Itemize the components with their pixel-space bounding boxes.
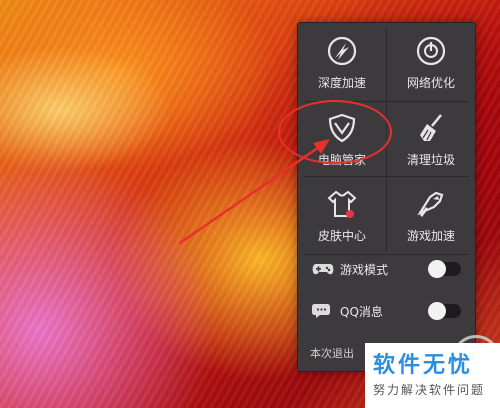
watermark-subtitle: 努力解决软件问题 bbox=[373, 383, 486, 397]
watermark: 软件无忧 努力解决软件问题 bbox=[365, 343, 500, 408]
watermark-title: 软件无忧 bbox=[373, 353, 474, 378]
